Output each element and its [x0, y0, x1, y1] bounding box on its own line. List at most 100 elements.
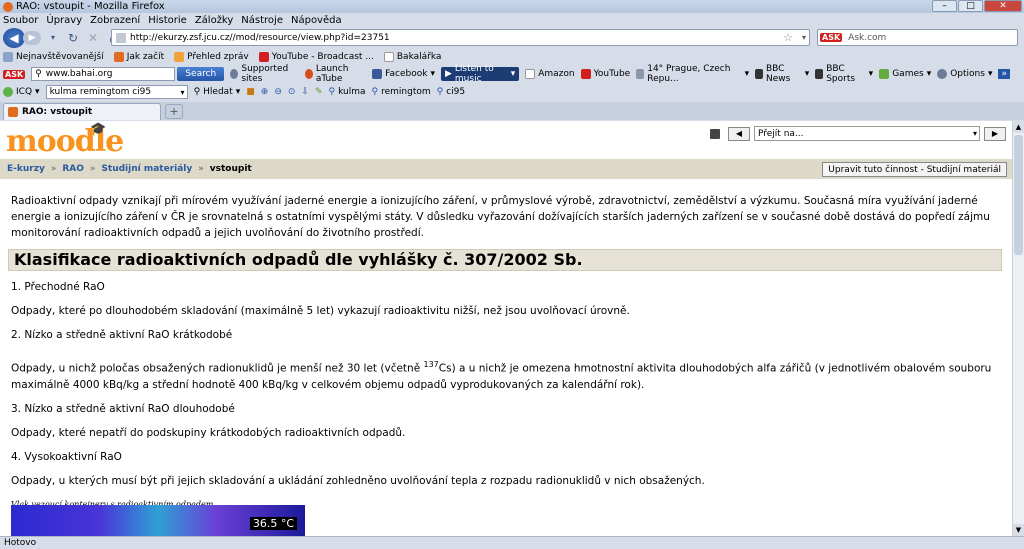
breadcrumb-current: vstoupit — [209, 164, 252, 174]
scroll-up-icon[interactable]: ▲ — [1013, 121, 1024, 133]
zoom-out-icon[interactable]: ⊖ — [274, 87, 282, 97]
edit-activity-button[interactable]: Upravit tuto činnost - Studijní materiál — [822, 162, 1007, 177]
breadcrumb-studijni-materialy[interactable]: Studijní materiály — [101, 164, 192, 174]
listen-to-music-button[interactable]: ▶ Listen to music ▾ — [440, 64, 520, 84]
games-button[interactable]: Games ▾ — [879, 69, 931, 79]
vertical-scrollbar[interactable]: ▲ ▼ — [1012, 121, 1024, 536]
bbc-news-button[interactable]: BBC News ▾ — [755, 64, 809, 84]
word-ci95[interactable]: ⚲ ci95 — [437, 87, 466, 97]
icq-toolbar: ICQ▾ kulma remingtom ci95 ⚲Hledat▾ ■ ⊕ ⊖… — [0, 83, 1024, 101]
amazon-button[interactable]: Amazon — [525, 69, 575, 79]
bookmark-getting-started[interactable]: Jak začít — [113, 51, 164, 62]
facebook-button[interactable]: Facebook ▾ — [372, 69, 435, 79]
navigation-toolbar: ◀ ▶ ▾ ↻ ✕ ⌂ http://ekurzy.zsf.jcu.cz//mo… — [0, 27, 1024, 48]
category-2-title: 2. Nízko a středně aktivní RaO krátkodob… — [11, 329, 233, 341]
back-button[interactable]: ◀ — [3, 27, 25, 48]
jump-to-select[interactable]: Přejít na... — [754, 126, 980, 141]
toolbar-overflow-chevron[interactable]: » — [998, 69, 1010, 79]
launch-atube-button[interactable]: Launch aTube — [304, 64, 366, 84]
bookmark-bakalarka[interactable]: Bakalářka — [383, 51, 441, 62]
reload-icon[interactable]: ↻ — [65, 30, 81, 46]
toolbar-search-input[interactable]: ⚲ www.bahai.org — [31, 67, 176, 81]
tab-favicon — [8, 106, 18, 117]
minimize-button[interactable]: – — [932, 0, 957, 12]
menu-item-upravy[interactable]: Úpravy — [46, 15, 82, 26]
category-3-text: Odpady, které nepatří do podskupiny krát… — [11, 426, 406, 439]
moodle-logo[interactable]: moodle 🎓 — [6, 122, 124, 159]
breadcrumb-rao[interactable]: RAO — [62, 164, 84, 174]
ask-toolbar-logo: ASK — [3, 69, 26, 79]
download-icon[interactable]: ⇩ — [301, 87, 309, 97]
icq-search-input[interactable]: kulma remingtom ci95 — [45, 85, 188, 99]
moodle-header: moodle🎓 ◀ Přejít na... ▶ — [0, 121, 1012, 159]
zoom-in-icon[interactable]: ⊕ — [261, 87, 269, 97]
hledat-button[interactable]: ⚲ Hledat ▾ — [194, 87, 241, 97]
forward-button[interactable]: ▶ — [23, 30, 41, 45]
previous-activity-button[interactable]: ◀ — [728, 126, 750, 141]
url-text: http://ekurzy.zsf.jcu.cz//mod/resource/v… — [130, 32, 390, 43]
window-title: RAO: vstoupit - Mozilla Firefox — [16, 1, 165, 12]
menu-item-historie[interactable]: Historie — [148, 15, 187, 26]
plus-icon: + — [169, 104, 179, 118]
bbc-sport-icon — [815, 69, 824, 79]
save-icon[interactable] — [710, 128, 720, 139]
youtube-icon — [258, 51, 269, 62]
new-tab-button[interactable]: + — [165, 103, 183, 119]
menu-item-nastroje[interactable]: Nástroje — [241, 15, 283, 26]
options-button[interactable]: Options ▾ — [937, 69, 992, 79]
ask-toolbar: ASK ⚲ www.bahai.org Search Supported sit… — [0, 64, 1024, 84]
highlight-icon[interactable]: ■ — [246, 87, 255, 97]
bookmark-most-visited[interactable]: Nejnavštěvovanější — [3, 51, 104, 62]
zoom-reset-icon[interactable]: ⊙ — [288, 87, 296, 97]
bookmarks-toolbar: Nejnavštěvovanější Jak začít Přehled zpr… — [0, 48, 1024, 65]
close-button[interactable]: ✕ — [984, 0, 1022, 12]
category-3-title: 3. Nízko a středně aktivní RaO dlouhodob… — [11, 402, 235, 415]
menu-item-napoveda[interactable]: Nápověda — [291, 15, 342, 26]
scrollbar-thumb[interactable] — [1014, 135, 1023, 255]
rss-icon — [174, 51, 185, 62]
menu-item-soubor[interactable]: Soubor — [3, 15, 38, 26]
bookmark-news[interactable]: Přehled zpráv — [174, 51, 249, 62]
word-remingtom[interactable]: ⚲ remingtom — [372, 87, 431, 97]
category-4-text: Odpady, u kterých musí být při jejich sk… — [11, 474, 705, 487]
menu-bar: Soubor Úpravy Zobrazení Historie Záložky… — [0, 13, 1024, 27]
stop-icon[interactable]: ✕ — [85, 30, 101, 46]
toolbar-search-button[interactable]: Search — [177, 67, 225, 81]
url-bar[interactable]: http://ekurzy.zsf.jcu.cz//mod/resource/v… — [111, 29, 810, 46]
menu-item-zalozky[interactable]: Záložky — [195, 15, 233, 26]
facebook-icon — [372, 69, 383, 79]
menu-item-zobrazeni[interactable]: Zobrazení — [90, 15, 140, 26]
youtube-icon — [580, 69, 591, 79]
breadcrumb-separator: » — [89, 164, 96, 174]
gear-icon — [230, 69, 239, 79]
supported-sites-button[interactable]: Supported sites — [230, 64, 298, 84]
breadcrumb: E-kurzy » RAO » Studijní materiály » vst… — [0, 159, 1012, 179]
pencil-icon[interactable]: ✎ — [315, 87, 323, 97]
amazon-icon — [525, 69, 536, 79]
breadcrumb-separator: » — [50, 164, 57, 174]
youtube-button[interactable]: YouTube — [580, 69, 630, 79]
dropdown-history-icon[interactable]: ▾ — [45, 30, 61, 46]
bookmark-star-icon[interactable]: ☆ — [783, 31, 793, 44]
window-controls: – □ ✕ — [932, 0, 1022, 12]
weather-button[interactable]: 14° Prague, Czech Repu... ▾ — [636, 64, 749, 84]
bookmark-folder-icon — [3, 51, 13, 62]
breadcrumb-separator: » — [198, 164, 204, 174]
icq-button[interactable]: ICQ ▾ — [3, 87, 40, 97]
bbc-sports-button[interactable]: BBC Sports ▾ — [815, 64, 873, 84]
word-kulma[interactable]: ⚲ kulma — [329, 87, 366, 97]
magnifier-icon: ⚲ — [35, 69, 42, 79]
scroll-down-icon[interactable]: ▼ — [1013, 524, 1024, 536]
category-1-text: Odpady, které po dlouhodobém skladování … — [11, 305, 630, 317]
tab-rao-vstoupit[interactable]: RAO: vstoupit — [3, 102, 161, 120]
games-icon — [879, 69, 890, 79]
maximize-button[interactable]: □ — [958, 0, 983, 12]
next-activity-button[interactable]: ▶ — [984, 126, 1006, 141]
breadcrumb-ekurzy[interactable]: E-kurzy — [7, 164, 45, 174]
category-4-title: 4. Vysokoaktivní RaO — [11, 450, 122, 463]
bookmark-youtube[interactable]: YouTube - Broadcast ... — [258, 51, 374, 62]
url-dropdown-icon[interactable]: ▾ — [802, 33, 806, 42]
search-icon: ⚲ — [193, 87, 201, 97]
search-box[interactable]: ASK Ask.com — [817, 29, 1018, 46]
find-word-icon: ⚲ — [371, 87, 379, 97]
